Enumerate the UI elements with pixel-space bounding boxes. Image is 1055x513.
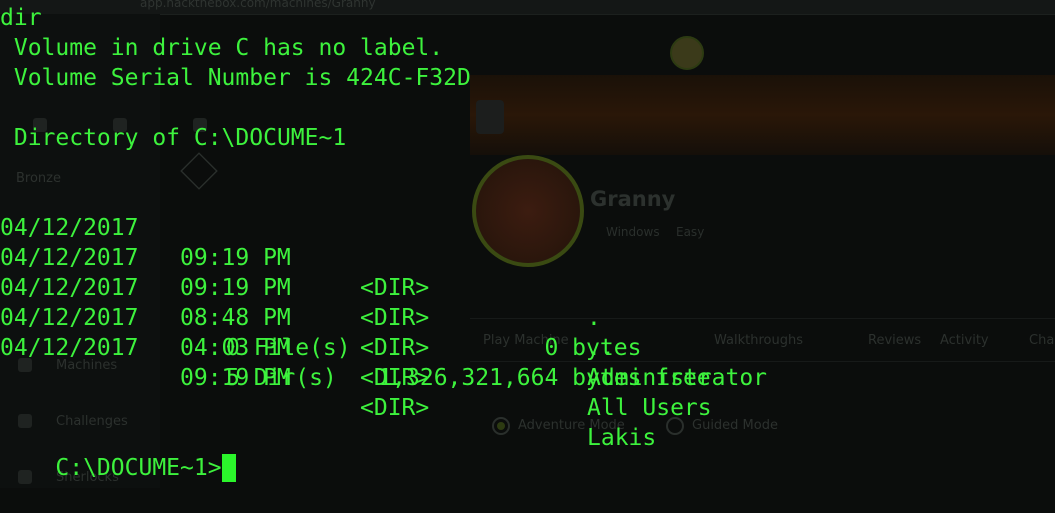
entry-name: Lakis (587, 425, 657, 451)
dir-entry: 04/12/2017 08:48 PM <DIR> Administrator (0, 243, 767, 391)
dir-entry: 04/12/2017 09:19 PM <DIR> .. (0, 213, 615, 361)
entry-name: . (587, 305, 601, 331)
entry-date: 04/12/2017 (0, 335, 139, 361)
files-summary-line: 0 File(s) 0 bytes (226, 335, 642, 361)
entry-time: 09:19 PM (180, 275, 291, 301)
prompt-line[interactable]: C:\DOCUME~1> (0, 423, 236, 482)
dir-entry: 04/12/2017 09:19 PM <DIR> . (0, 183, 601, 331)
terminal-window[interactable]: dir Volume in drive C has no label. Volu… (0, 0, 1055, 488)
dirs-summary-line: 5 Dir(s) 1,326,321,664 bytes free (226, 365, 711, 391)
entry-time: 09:19 PM (180, 245, 291, 271)
dir-entry: 04/12/2017 04:03 PM <DIR> All Users (0, 273, 712, 421)
command-line: dir (0, 5, 42, 31)
directory-line: Directory of C:\DOCUME~1 (0, 125, 347, 151)
entry-type: <DIR> (360, 275, 430, 301)
dir-entry: 04/12/2017 09:19 PM <DIR> Lakis (0, 303, 656, 451)
entry-time: 08:48 PM (180, 305, 291, 331)
entry-type: <DIR> (360, 305, 430, 331)
serial-number-line: Volume Serial Number is 424C-F32D (0, 65, 471, 91)
volume-label-line: Volume in drive C has no label. (0, 35, 444, 61)
entry-name: All Users (587, 395, 712, 421)
text-cursor[interactable] (221, 454, 236, 482)
entry-type: <DIR> (360, 395, 430, 421)
prompt-text: C:\DOCUME~1> (55, 455, 222, 481)
